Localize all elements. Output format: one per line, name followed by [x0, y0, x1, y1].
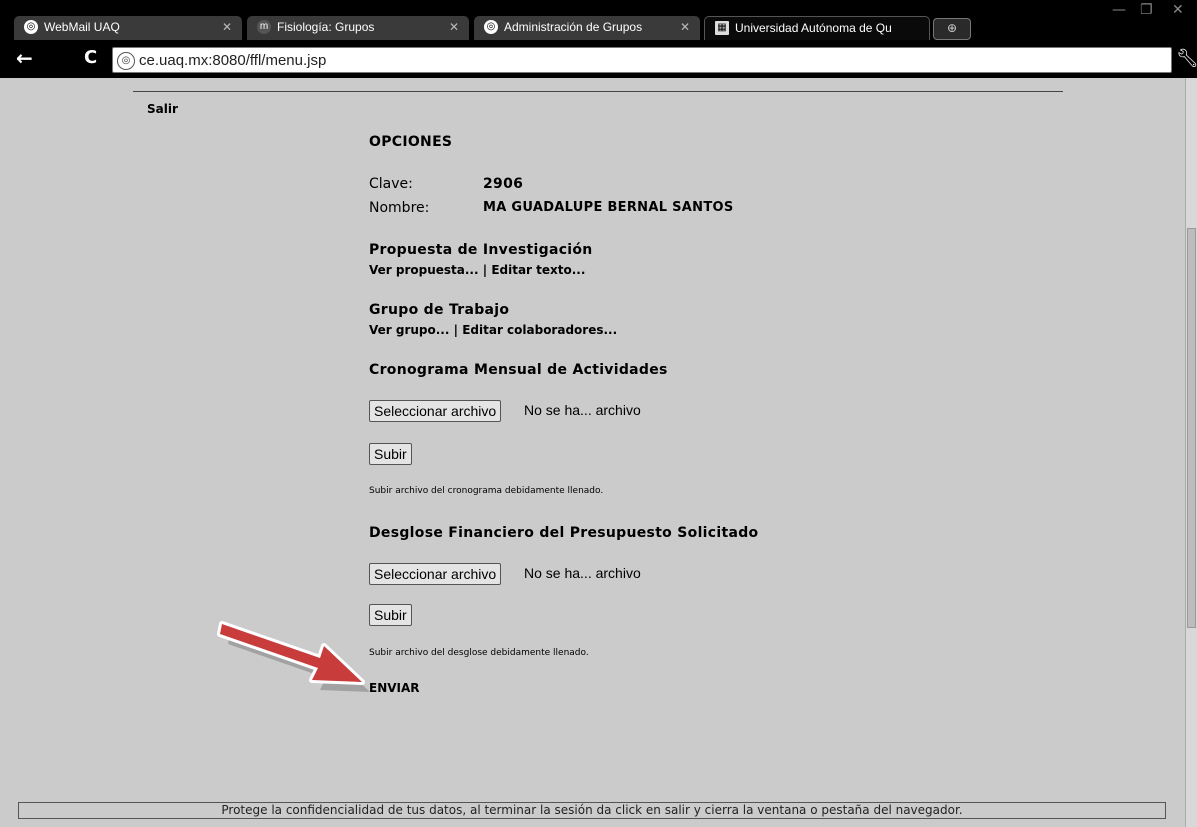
- tab-webmail[interactable]: ◎ WebMail UAQ ✕: [14, 16, 242, 40]
- desglose-choose-file-button[interactable]: Seleccionar archivo: [369, 563, 502, 585]
- annotation-arrow-icon: [217, 621, 370, 692]
- tab-title: Administración de Grupos: [504, 20, 643, 34]
- close-icon[interactable]: ✕: [222, 20, 232, 34]
- cronograma-file-status: No se ha... archivo: [524, 402, 641, 418]
- divider: [133, 91, 1063, 92]
- desglose-upload-button[interactable]: Subir: [369, 604, 412, 626]
- ver-propuesta-link[interactable]: Ver propuesta...: [369, 263, 479, 277]
- tab-title: WebMail UAQ: [44, 20, 120, 34]
- star-icon[interactable]: ☆: [1145, 49, 1162, 71]
- scrollbar-thumb[interactable]: [1187, 228, 1196, 628]
- page-body: [0, 78, 1185, 827]
- tab-uaq[interactable]: ▦ Universidad Autónoma de Qu: [704, 16, 930, 40]
- minimize-icon[interactable]: —: [1112, 2, 1126, 18]
- close-icon[interactable]: ✕: [449, 20, 459, 34]
- propuesta-links: Ver propuesta... | Editar texto...: [369, 263, 585, 277]
- url-text: ce.uaq.mx:8080/ffl/menu.jsp: [139, 52, 327, 69]
- enviar-link[interactable]: ENVIAR: [369, 681, 420, 695]
- salir-link[interactable]: Salir: [147, 102, 178, 116]
- address-bar[interactable]: ◎ ce.uaq.mx:8080/ffl/menu.jsp: [112, 47, 1172, 73]
- link-separator: |: [453, 323, 459, 337]
- nombre-value: MA GUADALUPE BERNAL SANTOS: [483, 200, 734, 215]
- close-icon[interactable]: ✕: [680, 20, 690, 34]
- wrench-icon[interactable]: 🔧︎: [1176, 48, 1197, 69]
- footer-notice: Protege la confidencialidad de tus datos…: [18, 802, 1166, 819]
- cronograma-note: Subir archivo del cronograma debidamente…: [369, 486, 604, 496]
- tab-title: Fisiología: Grupos: [277, 20, 375, 34]
- desglose-file-status: No se ha... archivo: [524, 565, 641, 581]
- globe-icon: ◎: [117, 52, 135, 70]
- reload-icon[interactable]: C: [84, 48, 97, 68]
- editar-colaboradores-link[interactable]: Editar colaboradores...: [462, 323, 617, 337]
- restore-icon[interactable]: ❐: [1140, 2, 1153, 18]
- uaq-logo-icon: ▦: [715, 21, 729, 35]
- close-window-icon[interactable]: ✕: [1172, 2, 1184, 18]
- clave-label: Clave:: [369, 176, 413, 192]
- globe-icon: ◎: [24, 20, 38, 34]
- tab-administracion[interactable]: ◎ Administración de Grupos ✕: [474, 16, 700, 40]
- cronograma-upload-button[interactable]: Subir: [369, 443, 412, 465]
- ver-grupo-link[interactable]: Ver grupo...: [369, 323, 449, 337]
- cronograma-title: Cronograma Mensual de Actividades: [369, 362, 668, 378]
- nombre-label: Nombre:: [369, 200, 430, 216]
- moodle-icon: m: [257, 20, 271, 34]
- editar-texto-link[interactable]: Editar texto...: [491, 263, 585, 277]
- new-tab-button[interactable]: ⊕: [933, 18, 971, 40]
- desglose-note: Subir archivo del desglose debidamente l…: [369, 648, 589, 658]
- link-separator: |: [482, 263, 488, 277]
- cronograma-choose-file-button[interactable]: Seleccionar archivo: [369, 400, 502, 422]
- globe-icon: ◎: [484, 20, 498, 34]
- back-arrow-icon[interactable]: ←: [16, 48, 33, 68]
- propuesta-title: Propuesta de Investigación: [369, 242, 593, 258]
- grupo-title: Grupo de Trabajo: [369, 302, 510, 318]
- clave-value: 2906: [483, 176, 524, 192]
- tab-title: Universidad Autónoma de Qu: [735, 21, 892, 35]
- page-title: OPCIONES: [369, 134, 453, 150]
- scrollbar[interactable]: [1185, 78, 1197, 827]
- tab-fisiologia[interactable]: m Fisiología: Grupos ✕: [247, 16, 469, 40]
- tab-bar: ◎ WebMail UAQ ✕ m Fisiología: Grupos ✕ ◎…: [0, 0, 1197, 40]
- grupo-links: Ver grupo... | Editar colaboradores...: [369, 323, 617, 337]
- desglose-title: Desglose Financiero del Presupuesto Soli…: [369, 525, 759, 541]
